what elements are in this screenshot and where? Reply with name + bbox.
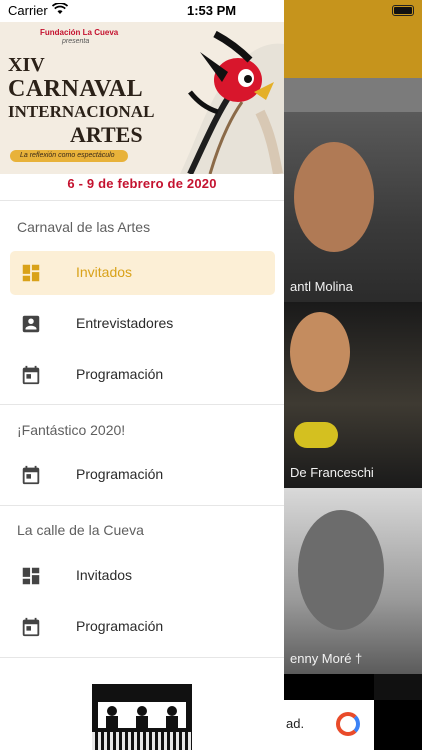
- header-spacer: [284, 78, 422, 112]
- divider: [0, 200, 284, 201]
- menu-item-programacion[interactable]: Programación: [10, 353, 275, 397]
- guest-photo: [290, 312, 350, 392]
- battery-icon: [392, 5, 414, 16]
- menu-item-label: Programación: [76, 366, 164, 382]
- carrier-label: Carrier: [8, 3, 48, 18]
- guest-name: enny Moré †: [290, 651, 363, 666]
- festival-banner: Fundación La Cueva presenta XIV CARNAVAL…: [0, 22, 284, 174]
- menu-item-invitados[interactable]: Invitados: [10, 251, 275, 295]
- menu-item-label: Programación: [76, 466, 164, 482]
- banner-title-line1: CARNAVAL: [8, 76, 144, 102]
- menu-item-label: Entrevistadores: [76, 315, 174, 331]
- guest-photo: [294, 142, 374, 252]
- calendar-icon: [22, 465, 40, 485]
- menu-item-programacion[interactable]: Programación: [10, 453, 275, 497]
- divider: [0, 657, 284, 658]
- ad-banner[interactable]: ad.: [284, 700, 422, 750]
- banner-title-line3: ARTES: [70, 122, 143, 147]
- banner-presenta: presenta: [62, 38, 90, 45]
- menu-item-entrevistadores[interactable]: Entrevistadores: [10, 302, 275, 346]
- navigation-drawer: Fundación La Cueva presenta XIV CARNAVAL…: [0, 0, 284, 750]
- logo-pattern: [92, 732, 192, 750]
- menu-item-programacion[interactable]: Programación: [10, 605, 275, 649]
- banner-tagline: La reflexión como espectáculo: [10, 150, 128, 162]
- banner-title-line2: INTERNACIONAL: [8, 102, 155, 121]
- festival-dates: 6 - 9 de febrero de 2020: [67, 176, 217, 191]
- menu-item-label: Invitados: [76, 264, 133, 280]
- bird-illustration: [180, 30, 284, 174]
- ad-strip: [374, 674, 422, 700]
- guest-card[interactable]: antl Molina: [284, 112, 422, 302]
- dashboard-icon: [22, 264, 40, 282]
- foundation-name: Fundación La Cueva: [40, 28, 119, 37]
- menu-item-label: Invitados: [76, 567, 133, 583]
- account-box-icon: [22, 315, 40, 333]
- clock: 1:53 PM: [187, 3, 237, 18]
- divider: [0, 505, 284, 506]
- wifi-icon: [52, 3, 68, 14]
- ad-logo-icon: [336, 712, 360, 736]
- audience-graphic: [98, 702, 186, 728]
- section-title-carnaval: Carnaval de las Artes: [17, 219, 151, 235]
- calendar-icon: [22, 617, 40, 637]
- section-title-calle: La calle de la Cueva: [17, 522, 144, 538]
- guest-card[interactable]: De Franceschi: [284, 302, 422, 488]
- la-cueva-logo: [92, 684, 192, 750]
- dashboard-icon: [22, 567, 40, 585]
- guest-photo-detail: [294, 422, 338, 448]
- banner-edition: XIV: [8, 54, 45, 76]
- guest-photo: [298, 510, 384, 630]
- menu-item-label: Programación: [76, 618, 164, 634]
- ad-text: ad.: [286, 716, 305, 731]
- section-title-fantastico: ¡Fantástico 2020!: [17, 422, 126, 438]
- calendar-icon: [22, 365, 40, 385]
- status-bar: Carrier 1:53 PM: [0, 0, 422, 22]
- menu-item-invitados[interactable]: Invitados: [10, 554, 275, 598]
- guest-name: antl Molina: [290, 279, 353, 294]
- divider: [0, 404, 284, 405]
- ad-image: [374, 700, 422, 750]
- guest-card[interactable]: enny Moré †: [284, 488, 422, 674]
- guest-name: De Franceschi: [290, 465, 374, 480]
